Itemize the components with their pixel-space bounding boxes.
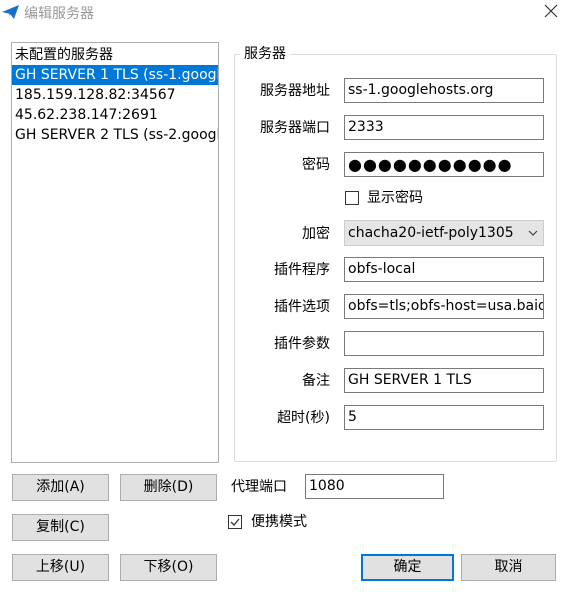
move-up-button[interactable]: 上移(U) (12, 554, 109, 581)
plugin-options-field[interactable]: obfs=tls;obfs-host=usa.baidu.com (344, 294, 544, 319)
show-password-label: 显示密码 (367, 190, 423, 206)
server-port-field[interactable]: 2333 (344, 115, 544, 140)
timeout-label: 超时(秒) (277, 410, 330, 426)
cancel-button[interactable]: 取消 (461, 554, 556, 581)
server-list-item[interactable]: 185.159.128.82:34567 (12, 85, 218, 105)
password-label: 密码 (302, 157, 330, 173)
plugin-program-field[interactable]: obfs-local (344, 257, 544, 282)
proxy-port-field[interactable]: 1080 (305, 474, 444, 499)
port-label: 服务器端口 (260, 120, 330, 136)
address-label: 服务器地址 (260, 83, 330, 99)
copy-button[interactable]: 复制(C) (12, 514, 109, 541)
server-list[interactable]: 未配置的服务器 GH SERVER 1 TLS (ss-1.googlehost… (11, 42, 219, 463)
encryption-value: chacha20-ietf-poly1305 (348, 225, 514, 241)
server-list-item[interactable]: GH SERVER 2 TLS (ss-2.googlehosts.org:23… (12, 125, 218, 145)
delete-button[interactable]: 删除(D) (120, 474, 217, 501)
window-title: 编辑服务器 (24, 6, 94, 22)
portable-mode-label: 便携模式 (251, 514, 307, 530)
server-group-title: 服务器 (240, 43, 290, 63)
server-address-field[interactable]: ss-1.googlehosts.org (344, 78, 544, 103)
plugin-args-label: 插件参数 (274, 336, 330, 352)
server-list-item[interactable]: 45.62.238.147:2691 (12, 105, 218, 125)
password-field[interactable]: ●●●●●●●●●●● (344, 152, 544, 177)
ok-button[interactable]: 确定 (361, 554, 454, 581)
show-password-checkbox[interactable] (345, 191, 359, 205)
paper-plane-icon (2, 4, 20, 20)
remarks-field[interactable]: GH SERVER 1 TLS (344, 368, 544, 393)
encryption-select[interactable]: chacha20-ietf-poly1305 (344, 220, 544, 246)
server-list-item-selected[interactable]: GH SERVER 1 TLS (ss-1.googlehosts.org:23… (12, 65, 218, 85)
server-list-item[interactable]: 未配置的服务器 (12, 45, 218, 65)
timeout-field[interactable]: 5 (344, 405, 544, 430)
close-button[interactable] (536, 0, 566, 24)
portable-mode-checkbox[interactable] (228, 515, 242, 529)
title-bar: 编辑服务器 (0, 0, 573, 26)
plugin-options-label: 插件选项 (274, 299, 330, 315)
chevron-down-icon (527, 221, 539, 245)
close-icon (536, 4, 566, 28)
add-button[interactable]: 添加(A) (12, 474, 109, 501)
move-down-button[interactable]: 下移(O) (120, 554, 217, 581)
plugin-args-field[interactable] (344, 331, 544, 356)
proxy-port-label: 代理端口 (231, 479, 287, 495)
plugin-label: 插件程序 (274, 262, 330, 278)
encryption-label: 加密 (302, 226, 330, 242)
remarks-label: 备注 (302, 373, 330, 389)
